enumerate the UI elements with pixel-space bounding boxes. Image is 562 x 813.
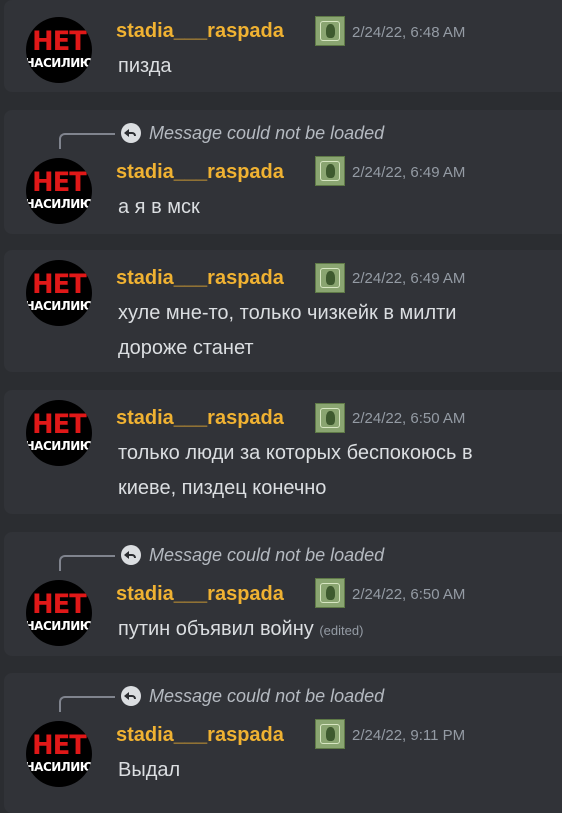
username[interactable]: stadia___raspada [116,406,284,430]
username[interactable]: stadia___raspada [116,160,284,184]
message-text: только люди за которых беспокоюсь в [118,442,473,464]
reply-connector [59,555,115,571]
avatar-text-bottom: НАСИЛИЮ [26,198,92,210]
avatar[interactable]: НЕТ НАСИЛИЮ [26,580,92,646]
message-text: Выдал [118,759,181,781]
timestamp[interactable]: 2/24/22, 6:50 AM [352,409,465,429]
avatar[interactable]: НЕТ НАСИЛИЮ [26,400,92,466]
reply-text[interactable]: Message could not be loaded [149,121,384,145]
avatar-text-bottom: НАСИЛИЮ [26,300,92,312]
reply-arrow-icon [121,545,141,565]
message-text: дороже станет [118,337,254,359]
message-text: киеве, пиздец конечно [118,477,327,499]
message-card: НЕТ НАСИЛИЮ stadia___raspada 2/24/22, 6:… [4,390,562,514]
message-card: НЕТ НАСИЛИЮ stadia___raspada 2/24/22, 6:… [4,250,562,372]
avatar[interactable]: НЕТ НАСИЛИЮ [26,158,92,224]
reply-text[interactable]: Message could not be loaded [149,543,384,567]
avatar-text-bottom: НАСИЛИЮ [26,57,92,69]
timestamp[interactable]: 2/24/22, 6:49 AM [352,269,465,289]
role-badge-icon[interactable] [315,578,345,608]
avatar[interactable]: НЕТ НАСИЛИЮ [26,260,92,326]
avatar-text-top: НЕТ [32,409,87,440]
message-card: Message could not be loaded НЕТ НАСИЛИЮ … [4,532,562,656]
reply-connector [59,696,115,712]
message-text: а я в мск [118,196,200,218]
message-text: пизда [118,55,172,77]
edited-label[interactable]: (edited) [319,623,363,638]
role-badge-icon[interactable] [315,719,345,749]
timestamp[interactable]: 2/24/22, 9:11 PM [352,726,465,746]
avatar[interactable]: НЕТ НАСИЛИЮ [26,17,92,83]
username[interactable]: stadia___raspada [116,723,284,747]
username[interactable]: stadia___raspada [116,19,284,43]
timestamp[interactable]: 2/24/22, 6:50 AM [352,585,465,605]
timestamp[interactable]: 2/24/22, 6:49 AM [352,163,465,183]
reply-connector [59,133,115,149]
avatar-text-top: НЕТ [32,26,87,57]
avatar-text-bottom: НАСИЛИЮ [26,620,92,632]
role-badge-icon[interactable] [315,156,345,186]
role-badge-icon[interactable] [315,403,345,433]
avatar[interactable]: НЕТ НАСИЛИЮ [26,721,92,787]
message-text: путин объявил войну (edited) [118,612,363,648]
message-card: Message could not be loaded НЕТ НАСИЛИЮ … [4,110,562,234]
message-card: НЕТ НАСИЛИЮ stadia___raspada 2/24/22, 6:… [4,0,562,92]
avatar-text-top: НЕТ [32,269,87,300]
avatar-text-bottom: НАСИЛИЮ [26,761,92,773]
username[interactable]: stadia___raspada [116,266,284,290]
avatar-text-top: НЕТ [32,730,87,761]
username[interactable]: stadia___raspada [116,582,284,606]
message-text: хуле мне-то, только чизкейк в милти [118,302,457,324]
reply-arrow-icon [121,686,141,706]
role-badge-icon[interactable] [315,263,345,293]
avatar-text-top: НЕТ [32,589,87,620]
message-card: Message could not be loaded НЕТ НАСИЛИЮ … [4,673,562,813]
reply-text[interactable]: Message could not be loaded [149,684,384,708]
timestamp[interactable]: 2/24/22, 6:48 AM [352,23,465,43]
reply-arrow-icon [121,123,141,143]
role-badge-icon[interactable] [315,16,345,46]
avatar-text-top: НЕТ [32,167,87,198]
avatar-text-bottom: НАСИЛИЮ [26,440,92,452]
message-text-content: путин объявил войну [118,618,314,640]
